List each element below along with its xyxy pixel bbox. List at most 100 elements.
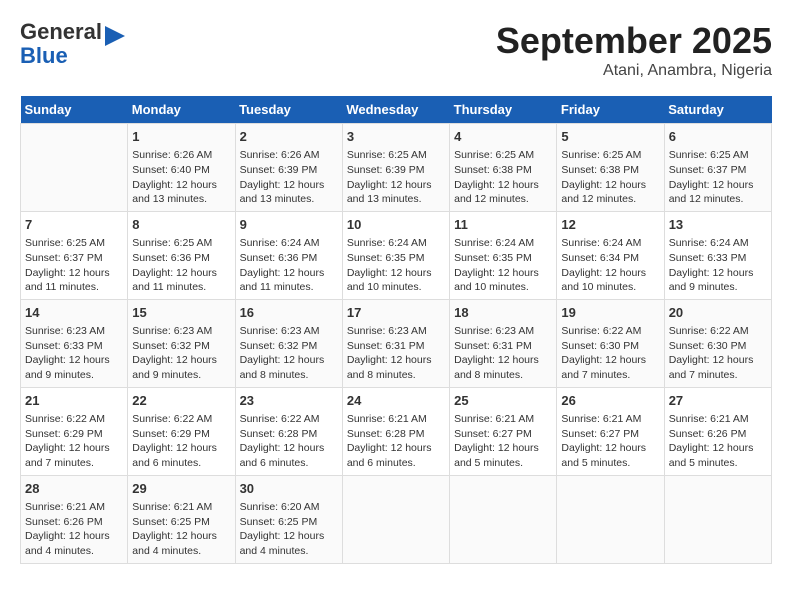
day-info: Sunrise: 6:22 AM Sunset: 6:29 PM Dayligh… [132, 412, 230, 471]
table-row: 16 Sunrise: 6:23 AM Sunset: 6:32 PM Dayli… [235, 299, 342, 387]
table-row: 24 Sunrise: 6:21 AM Sunset: 6:28 PM Dayli… [342, 387, 449, 475]
day-info: Sunrise: 6:26 AM Sunset: 6:40 PM Dayligh… [132, 148, 230, 207]
day-number: 28 [25, 480, 123, 498]
day-info: Sunrise: 6:26 AM Sunset: 6:39 PM Dayligh… [240, 148, 338, 207]
day-number: 16 [240, 304, 338, 322]
table-row: 14 Sunrise: 6:23 AM Sunset: 6:33 PM Dayli… [21, 299, 128, 387]
calendar-week-row: 1 Sunrise: 6:26 AM Sunset: 6:40 PM Daylig… [21, 124, 772, 212]
table-row: 9 Sunrise: 6:24 AM Sunset: 6:36 PM Daylig… [235, 211, 342, 299]
table-row: 6Sunrise: 6:25 AM Sunset: 6:37 PM Daylig… [664, 124, 771, 212]
logo-line2: Blue [20, 43, 68, 68]
table-row: 22 Sunrise: 6:22 AM Sunset: 6:29 PM Dayli… [128, 387, 235, 475]
calendar-week-row: 21 Sunrise: 6:22 AM Sunset: 6:29 PM Dayli… [21, 387, 772, 475]
table-row: 15 Sunrise: 6:23 AM Sunset: 6:32 PM Dayli… [128, 299, 235, 387]
table-row: 13 Sunrise: 6:24 AM Sunset: 6:33 PM Dayli… [664, 211, 771, 299]
table-row: 17Sunrise: 6:23 AM Sunset: 6:31 PM Dayli… [342, 299, 449, 387]
day-info: Sunrise: 6:23 AM Sunset: 6:31 PM Dayligh… [454, 324, 552, 383]
day-info: Sunrise: 6:21 AM Sunset: 6:26 PM Dayligh… [25, 500, 123, 559]
header-tuesday: Tuesday [235, 96, 342, 124]
day-number: 7 [25, 216, 123, 234]
day-info: Sunrise: 6:25 AM Sunset: 6:38 PM Dayligh… [561, 148, 659, 207]
day-info: Sunrise: 6:21 AM Sunset: 6:27 PM Dayligh… [561, 412, 659, 471]
table-row [557, 475, 664, 563]
day-info: Sunrise: 6:21 AM Sunset: 6:26 PM Dayligh… [669, 412, 767, 471]
day-info: Sunrise: 6:25 AM Sunset: 6:37 PM Dayligh… [25, 236, 123, 295]
day-info: Sunrise: 6:24 AM Sunset: 6:35 PM Dayligh… [454, 236, 552, 295]
day-number: 3 [347, 128, 445, 146]
day-number: 21 [25, 392, 123, 410]
day-number: 14 [25, 304, 123, 322]
day-number: 19 [561, 304, 659, 322]
day-info: Sunrise: 6:25 AM Sunset: 6:38 PM Dayligh… [454, 148, 552, 207]
calendar-table: Sunday Monday Tuesday Wednesday Thursday… [20, 96, 772, 564]
day-number: 22 [132, 392, 230, 410]
day-number: 25 [454, 392, 552, 410]
day-info: Sunrise: 6:23 AM Sunset: 6:32 PM Dayligh… [132, 324, 230, 383]
table-row [450, 475, 557, 563]
day-number: 8 [132, 216, 230, 234]
day-number: 11 [454, 216, 552, 234]
day-info: Sunrise: 6:24 AM Sunset: 6:35 PM Dayligh… [347, 236, 445, 295]
table-row: 30Sunrise: 6:20 AM Sunset: 6:25 PM Dayli… [235, 475, 342, 563]
logo-line1: General [20, 19, 102, 44]
table-row: 7 Sunrise: 6:25 AM Sunset: 6:37 PM Daylig… [21, 211, 128, 299]
table-row: 5 Sunrise: 6:25 AM Sunset: 6:38 PM Daylig… [557, 124, 664, 212]
logo: General Blue [20, 20, 125, 68]
table-row: 18 Sunrise: 6:23 AM Sunset: 6:31 PM Dayli… [450, 299, 557, 387]
calendar-week-row: 14 Sunrise: 6:23 AM Sunset: 6:33 PM Dayli… [21, 299, 772, 387]
day-info: Sunrise: 6:24 AM Sunset: 6:33 PM Dayligh… [669, 236, 767, 295]
table-row: 20Sunrise: 6:22 AM Sunset: 6:30 PM Dayli… [664, 299, 771, 387]
day-info: Sunrise: 6:24 AM Sunset: 6:36 PM Dayligh… [240, 236, 338, 295]
table-row: 3 Sunrise: 6:25 AM Sunset: 6:39 PM Daylig… [342, 124, 449, 212]
table-row: 26Sunrise: 6:21 AM Sunset: 6:27 PM Dayli… [557, 387, 664, 475]
day-info: Sunrise: 6:23 AM Sunset: 6:33 PM Dayligh… [25, 324, 123, 383]
day-number: 12 [561, 216, 659, 234]
day-info: Sunrise: 6:22 AM Sunset: 6:30 PM Dayligh… [669, 324, 767, 383]
day-number: 4 [454, 128, 552, 146]
day-info: Sunrise: 6:25 AM Sunset: 6:39 PM Dayligh… [347, 148, 445, 207]
day-info: Sunrise: 6:22 AM Sunset: 6:28 PM Dayligh… [240, 412, 338, 471]
day-number: 23 [240, 392, 338, 410]
day-number: 18 [454, 304, 552, 322]
table-row: 12 Sunrise: 6:24 AM Sunset: 6:34 PM Dayli… [557, 211, 664, 299]
header-sunday: Sunday [21, 96, 128, 124]
table-row: 21Sunrise: 6:22 AM Sunset: 6:29 PM Dayli… [21, 387, 128, 475]
table-row: 29 Sunrise: 6:21 AM Sunset: 6:25 PM Dayli… [128, 475, 235, 563]
day-number: 30 [240, 480, 338, 498]
day-number: 13 [669, 216, 767, 234]
table-row: 4 Sunrise: 6:25 AM Sunset: 6:38 PM Daylig… [450, 124, 557, 212]
day-number: 24 [347, 392, 445, 410]
day-number: 1 [132, 128, 230, 146]
table-row: 25Sunrise: 6:21 AM Sunset: 6:27 PM Dayli… [450, 387, 557, 475]
day-info: Sunrise: 6:23 AM Sunset: 6:31 PM Dayligh… [347, 324, 445, 383]
day-number: 5 [561, 128, 659, 146]
calendar-header-row: Sunday Monday Tuesday Wednesday Thursday… [21, 96, 772, 124]
day-info: Sunrise: 6:24 AM Sunset: 6:34 PM Dayligh… [561, 236, 659, 295]
title-block: September 2025 Atani, Anambra, Nigeria [496, 20, 772, 80]
day-info: Sunrise: 6:25 AM Sunset: 6:36 PM Dayligh… [132, 236, 230, 295]
day-number: 6 [669, 128, 767, 146]
day-number: 15 [132, 304, 230, 322]
day-info: Sunrise: 6:21 AM Sunset: 6:25 PM Dayligh… [132, 500, 230, 559]
calendar-week-row: 28 Sunrise: 6:21 AM Sunset: 6:26 PM Dayli… [21, 475, 772, 563]
table-row: 8 Sunrise: 6:25 AM Sunset: 6:36 PM Daylig… [128, 211, 235, 299]
day-number: 27 [669, 392, 767, 410]
table-row [664, 475, 771, 563]
header-saturday: Saturday [664, 96, 771, 124]
day-number: 29 [132, 480, 230, 498]
table-row: 1 Sunrise: 6:26 AM Sunset: 6:40 PM Daylig… [128, 124, 235, 212]
table-row: 11 Sunrise: 6:24 AM Sunset: 6:35 PM Dayli… [450, 211, 557, 299]
page-header: General Blue September 2025 Atani, Anamb… [20, 20, 772, 80]
table-row [21, 124, 128, 212]
day-info: Sunrise: 6:23 AM Sunset: 6:32 PM Dayligh… [240, 324, 338, 383]
header-thursday: Thursday [450, 96, 557, 124]
table-row: 2 Sunrise: 6:26 AM Sunset: 6:39 PM Daylig… [235, 124, 342, 212]
day-number: 9 [240, 216, 338, 234]
logo-arrow-icon [105, 26, 125, 46]
day-info: Sunrise: 6:22 AM Sunset: 6:30 PM Dayligh… [561, 324, 659, 383]
table-row [342, 475, 449, 563]
day-number: 2 [240, 128, 338, 146]
table-row: 19 Sunrise: 6:22 AM Sunset: 6:30 PM Dayli… [557, 299, 664, 387]
day-number: 10 [347, 216, 445, 234]
day-info: Sunrise: 6:21 AM Sunset: 6:28 PM Dayligh… [347, 412, 445, 471]
